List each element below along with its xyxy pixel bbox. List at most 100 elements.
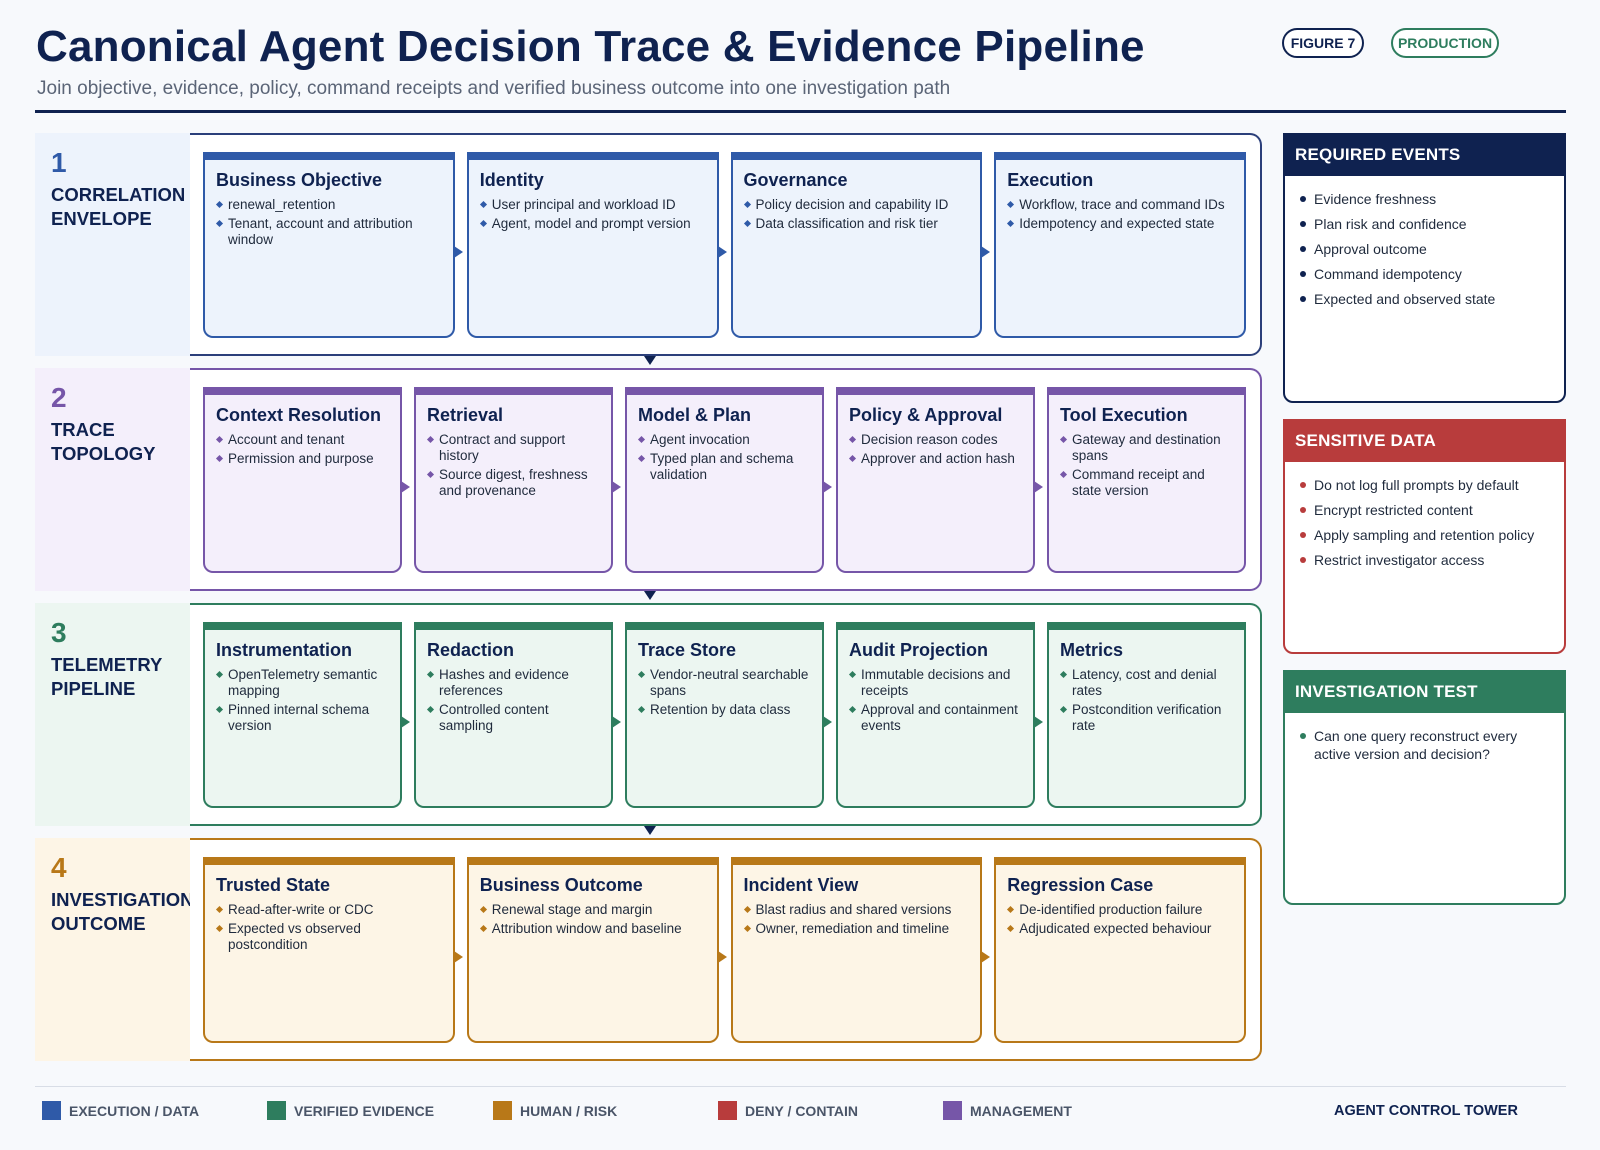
stage-title: Identity bbox=[479, 170, 544, 190]
stage-bullet: Command receipt and state version bbox=[1060, 467, 1234, 499]
row-frame: Trusted State Read-after-write or CDC Ex… bbox=[190, 838, 1262, 1061]
stage-list: Trusted State Read-after-write or CDC Ex… bbox=[203, 857, 1246, 1043]
stage-title: Redaction bbox=[427, 640, 515, 660]
stage-bullets: De-identified production failure Adjudic… bbox=[1007, 902, 1234, 937]
panel-title: INVESTIGATION TEST bbox=[1283, 670, 1566, 713]
stage-bullet: Idempotency and expected state bbox=[1007, 216, 1234, 232]
row-name: INVESTIGATION OUTCOME bbox=[51, 889, 194, 934]
stage-card[interactable]: Governance Policy decision and capabilit… bbox=[730, 152, 991, 338]
stage-bullet: Workflow, trace and command IDs bbox=[1007, 197, 1234, 213]
flow-arrow-icon bbox=[612, 481, 621, 493]
stage-card[interactable]: Policy & Approval Decision reason codes … bbox=[836, 387, 1043, 573]
stage-bullets: Workflow, trace and command IDs Idempote… bbox=[1007, 197, 1234, 232]
stage-card[interactable]: Incident View Blast radius and shared ve… bbox=[730, 857, 991, 1043]
row-correlation-envelope: 1 CORRELATION ENVELOPE Business Objectiv… bbox=[35, 133, 1262, 356]
stage-bullet: Renewal stage and margin bbox=[480, 902, 707, 918]
stage-card[interactable]: Audit Projection Immutable decisions and… bbox=[836, 622, 1043, 808]
panel-item: Command idempotency bbox=[1299, 265, 1552, 283]
stage-bullet: Approval and containment events bbox=[849, 702, 1023, 734]
stage-card[interactable]: Redaction Hashes and evidence references… bbox=[414, 622, 621, 808]
row-label: 3 TELEMETRY PIPELINE bbox=[35, 603, 191, 826]
panel-title: REQUIRED EVENTS bbox=[1283, 133, 1566, 176]
stage-bullet: Blast radius and shared versions bbox=[744, 902, 971, 918]
row-label: 2 TRACE TOPOLOGY bbox=[35, 368, 191, 591]
row-investigation-outcome: 4 INVESTIGATION OUTCOME Trusted State Re… bbox=[35, 838, 1262, 1061]
stage-title: Context Resolution bbox=[216, 405, 381, 425]
stage-bullet: OpenTelemetry semantic mapping bbox=[216, 667, 390, 699]
stage-card[interactable]: Retrieval Contract and support history S… bbox=[414, 387, 621, 573]
flow-arrow-icon bbox=[823, 481, 832, 493]
stage-bullet: renewal_retention bbox=[216, 197, 443, 213]
stage-bullet: Controlled content sampling bbox=[427, 702, 601, 734]
required-events-panel: REQUIRED EVENTS Evidence freshness Plan … bbox=[1283, 133, 1566, 403]
stage-bullet: Account and tenant bbox=[216, 432, 390, 448]
legend-swatch bbox=[493, 1101, 512, 1120]
legend-item: EXECUTION / DATA bbox=[42, 1101, 199, 1120]
row-telemetry-pipeline: 3 TELEMETRY PIPELINE Instrumentation Ope… bbox=[35, 603, 1262, 826]
flow-arrow-icon bbox=[453, 246, 463, 258]
stage-bullets: OpenTelemetry semantic mapping Pinned in… bbox=[216, 667, 390, 734]
stage-card[interactable]: Trace Store Vendor-neutral searchable sp… bbox=[625, 622, 832, 808]
panel-item: Plan risk and confidence bbox=[1299, 215, 1552, 233]
legend-label: EXECUTION / DATA bbox=[69, 1102, 200, 1119]
stage-bullets: Account and tenant Permission and purpos… bbox=[216, 432, 390, 467]
legend-label: HUMAN / RISK bbox=[520, 1102, 618, 1119]
legend-item: HUMAN / RISK bbox=[493, 1101, 617, 1120]
flow-arrow-icon bbox=[612, 716, 621, 728]
stage-bullets: Immutable decisions and receipts Approva… bbox=[849, 667, 1023, 734]
stage-list: Instrumentation OpenTelemetry semantic m… bbox=[203, 622, 1246, 808]
stage-card[interactable]: Business Objective renewal_retention Ten… bbox=[203, 152, 463, 338]
flow-arrow-icon bbox=[981, 951, 991, 963]
flow-arrow-icon bbox=[453, 951, 463, 963]
stage-card[interactable]: Identity User principal and workload ID … bbox=[466, 152, 727, 338]
panel-item: Can one query reconstruct every active v… bbox=[1299, 727, 1552, 763]
stage-bullet: Adjudicated expected behaviour bbox=[1007, 921, 1234, 937]
stage-card[interactable]: Context Resolution Account and tenant Pe… bbox=[203, 387, 410, 573]
stage-bullet: De-identified production failure bbox=[1007, 902, 1234, 918]
legend-label: MANAGEMENT bbox=[970, 1102, 1072, 1119]
stage-bullets: Agent invocation Typed plan and schema v… bbox=[638, 432, 812, 483]
stage-bullets: Vendor-neutral searchable spans Retentio… bbox=[638, 667, 812, 718]
flow-arrow-icon bbox=[717, 246, 727, 258]
row-label: 4 INVESTIGATION OUTCOME bbox=[35, 838, 194, 1061]
stage-card[interactable]: Metrics Latency, cost and denial rates P… bbox=[1047, 622, 1246, 808]
stage-list: Business Objective renewal_retention Ten… bbox=[203, 152, 1246, 338]
stage-card[interactable]: Business Outcome Renewal stage and margi… bbox=[466, 857, 727, 1043]
row-number: 3 bbox=[51, 617, 67, 648]
stage-card[interactable]: Regression Case De-identified production… bbox=[994, 857, 1246, 1043]
panel-list: Do not log full prompts by default Encry… bbox=[1285, 462, 1564, 569]
stage-card[interactable]: Trusted State Read-after-write or CDC Ex… bbox=[203, 857, 463, 1043]
legend-label: VERIFIED EVIDENCE bbox=[294, 1102, 435, 1119]
stage-title: Policy & Approval bbox=[849, 405, 1003, 425]
stage-title: Retrieval bbox=[427, 405, 504, 425]
stage-card[interactable]: Execution Workflow, trace and command ID… bbox=[994, 152, 1246, 338]
stage-bullet: Read-after-write or CDC bbox=[216, 902, 443, 918]
stage-bullet: Source digest, freshness and provenance bbox=[427, 467, 601, 499]
flow-arrow-icon bbox=[717, 951, 727, 963]
stage-bullet: Agent invocation bbox=[638, 432, 812, 448]
stage-bullets: Gateway and destination spans Command re… bbox=[1060, 432, 1234, 499]
stage-title: Tool Execution bbox=[1060, 405, 1188, 425]
footer-divider bbox=[35, 1086, 1566, 1087]
legend-item: DENY / CONTAIN bbox=[718, 1101, 858, 1120]
row-trace-topology: 2 TRACE TOPOLOGY Context Resolution Acco… bbox=[35, 368, 1262, 591]
flow-arrow-icon bbox=[1034, 481, 1043, 493]
legend-swatch bbox=[943, 1101, 962, 1120]
stage-bullet: Data classification and risk tier bbox=[744, 216, 971, 232]
stage-card[interactable]: Tool Execution Gateway and destination s… bbox=[1047, 387, 1246, 573]
stage-title: Execution bbox=[1007, 170, 1094, 190]
stage-card[interactable]: Model & Plan Agent invocation Typed plan… bbox=[625, 387, 832, 573]
stage-bullets: Renewal stage and margin Attribution win… bbox=[480, 902, 707, 937]
row-flow-down-icon bbox=[644, 591, 656, 600]
legend-swatch bbox=[42, 1101, 61, 1120]
stage-bullet: Vendor-neutral searchable spans bbox=[638, 667, 812, 699]
stage-card[interactable]: Instrumentation OpenTelemetry semantic m… bbox=[203, 622, 410, 808]
stage-bullet: Typed plan and schema validation bbox=[638, 451, 812, 483]
stage-bullet: Agent, model and prompt version bbox=[480, 216, 707, 232]
stage-bullet: Pinned internal schema version bbox=[216, 702, 390, 734]
panel-item: Encrypt restricted content bbox=[1299, 501, 1552, 519]
row-flow-down-icon bbox=[644, 356, 656, 365]
stage-bullet: Hashes and evidence references bbox=[427, 667, 601, 699]
page-title: Canonical Agent Decision Trace & Evidenc… bbox=[36, 22, 1145, 71]
panel-item: Do not log full prompts by default bbox=[1299, 476, 1552, 494]
